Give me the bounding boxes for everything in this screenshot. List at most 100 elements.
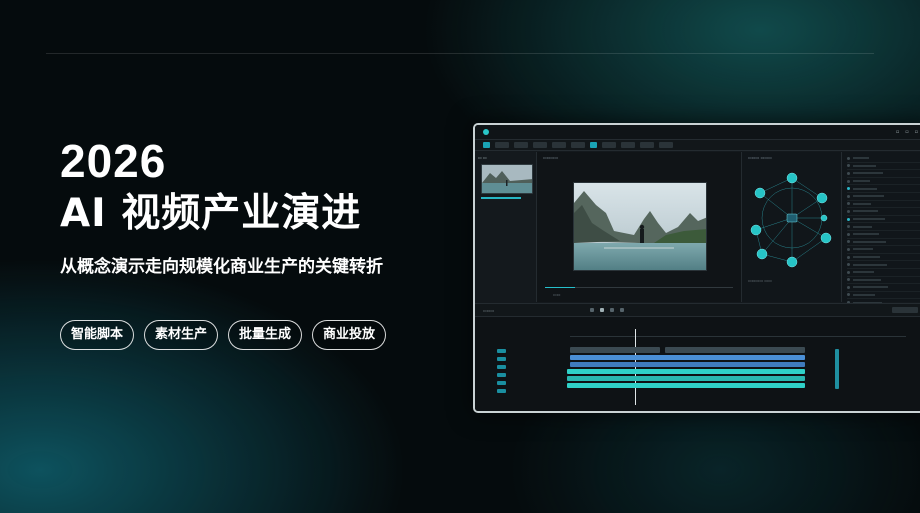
media-tab[interactable]: ▭ ▭	[478, 155, 533, 160]
property-toggle-icon[interactable]	[847, 202, 850, 206]
media-panel: ▭ ▭	[475, 152, 537, 302]
property-row[interactable]	[847, 261, 920, 269]
timeline-ruler[interactable]	[570, 332, 906, 337]
toolbar-button[interactable]	[602, 142, 616, 148]
property-toggle-icon[interactable]	[847, 209, 850, 213]
timeline-clip[interactable]	[567, 376, 805, 381]
property-toggle-icon[interactable]	[847, 225, 850, 229]
property-row[interactable]	[847, 254, 920, 262]
property-row[interactable]	[847, 170, 920, 178]
property-toggle-icon[interactable]	[847, 187, 850, 191]
track-badge	[497, 389, 506, 393]
tag-list: 智能脚本 素材生产 批量生成 商业投放	[60, 320, 387, 350]
property-toggle-icon[interactable]	[847, 293, 850, 297]
toolbar-button[interactable]	[495, 142, 509, 148]
property-toggle-icon[interactable]	[847, 179, 850, 183]
timeline-clip[interactable]	[665, 347, 805, 353]
landscape-thumbnail-image	[482, 165, 532, 193]
graph-node	[754, 187, 766, 199]
editor-toolbar	[475, 140, 920, 151]
property-row[interactable]	[847, 216, 920, 224]
toolbar-button[interactable]	[571, 142, 585, 148]
preview-scrubber[interactable]	[545, 287, 733, 288]
property-row[interactable]	[847, 223, 920, 231]
preview-frame[interactable]	[573, 182, 707, 271]
property-row[interactable]	[847, 246, 920, 254]
toolbar-button[interactable]	[621, 142, 635, 148]
property-toggle-icon[interactable]	[847, 232, 850, 236]
property-label	[853, 233, 879, 236]
property-row[interactable]	[847, 292, 920, 300]
close-icon[interactable]: ▫	[915, 129, 918, 135]
hero-year: 2026	[60, 135, 167, 187]
toolbar-button[interactable]	[640, 142, 654, 148]
property-toggle-icon[interactable]	[847, 263, 850, 267]
playhead[interactable]	[635, 329, 636, 405]
toolbar-button[interactable]	[552, 142, 566, 148]
property-toggle-icon[interactable]	[847, 285, 850, 289]
property-label	[853, 202, 871, 205]
editor-workspace: ▭ ▭ ▭▭▭▭ ▭▭ ▭▭▭ ▭▭▭ ▭▭▭▭ ▭▭	[475, 152, 920, 323]
property-row[interactable]	[847, 201, 920, 209]
property-toggle-icon[interactable]	[847, 171, 850, 175]
toolbar-button[interactable]	[514, 142, 528, 148]
toolbar-button[interactable]	[533, 142, 547, 148]
property-label	[853, 187, 877, 190]
loop-icon[interactable]	[620, 308, 625, 312]
preview-timecode: ▭▭	[553, 292, 561, 297]
graph-node	[756, 248, 768, 260]
media-thumbnail[interactable]	[481, 164, 533, 194]
play-icon[interactable]	[600, 308, 605, 312]
timeline-clip[interactable]	[567, 383, 805, 388]
timeline-panel	[475, 317, 920, 411]
property-label	[853, 256, 880, 259]
property-label	[853, 157, 869, 160]
toolbar-button[interactable]	[590, 142, 597, 148]
timeline-clip[interactable]	[570, 362, 805, 367]
property-row[interactable]	[847, 178, 920, 186]
property-toggle-icon[interactable]	[847, 194, 850, 198]
property-label	[853, 225, 872, 228]
property-toggle-icon[interactable]	[847, 270, 850, 274]
property-row[interactable]	[847, 284, 920, 292]
node-graph-title: ▭▭▭ ▭▭▭	[748, 155, 772, 160]
property-label	[853, 172, 883, 175]
timeline-clip[interactable]	[570, 347, 660, 353]
logo-mark-icon	[483, 129, 489, 135]
property-toggle-icon[interactable]	[847, 247, 850, 251]
property-toggle-icon[interactable]	[847, 164, 850, 168]
property-toggle-icon[interactable]	[847, 255, 850, 259]
property-row[interactable]	[847, 208, 920, 216]
property-row[interactable]	[847, 193, 920, 201]
timeline-scrollbar[interactable]	[835, 349, 839, 389]
property-label	[853, 286, 888, 289]
node-graph-footer: ▭▭▭▭ ▭▭	[748, 278, 772, 283]
step-forward-icon[interactable]	[610, 308, 615, 312]
toolbar-button[interactable]	[483, 142, 490, 148]
property-row[interactable]	[847, 239, 920, 247]
timeline-zoom-control[interactable]	[892, 307, 918, 313]
timeline-clip[interactable]	[570, 355, 805, 360]
video-editor-window: ▫ ▫ ▫ ▭ ▭ ▭▭▭▭ ▭▭ ▭▭▭ ▭▭▭ ▭▭▭▭ ▭▭ ▭▭▭	[473, 123, 920, 413]
property-toggle-icon[interactable]	[847, 240, 850, 244]
timeline-clip[interactable]	[567, 369, 805, 374]
tag-smart-script: 智能脚本	[60, 320, 135, 350]
graph-node	[786, 172, 798, 184]
tag-commercial-delivery: 商业投放	[312, 320, 387, 350]
maximize-icon[interactable]: ▫	[905, 129, 908, 135]
property-toggle-icon[interactable]	[847, 278, 850, 282]
property-row[interactable]	[847, 185, 920, 193]
node-graph-canvas[interactable]	[742, 162, 842, 276]
track-badge	[497, 357, 506, 361]
track-badge	[497, 381, 506, 385]
minimize-icon[interactable]: ▫	[896, 129, 899, 135]
property-row[interactable]	[847, 155, 920, 163]
toolbar-button[interactable]	[659, 142, 673, 148]
property-toggle-icon[interactable]	[847, 156, 850, 160]
property-toggle-icon[interactable]	[847, 217, 850, 221]
property-row[interactable]	[847, 277, 920, 285]
property-row[interactable]	[847, 231, 920, 239]
step-back-icon[interactable]	[590, 308, 595, 312]
property-row[interactable]	[847, 269, 920, 277]
property-row[interactable]	[847, 163, 920, 171]
